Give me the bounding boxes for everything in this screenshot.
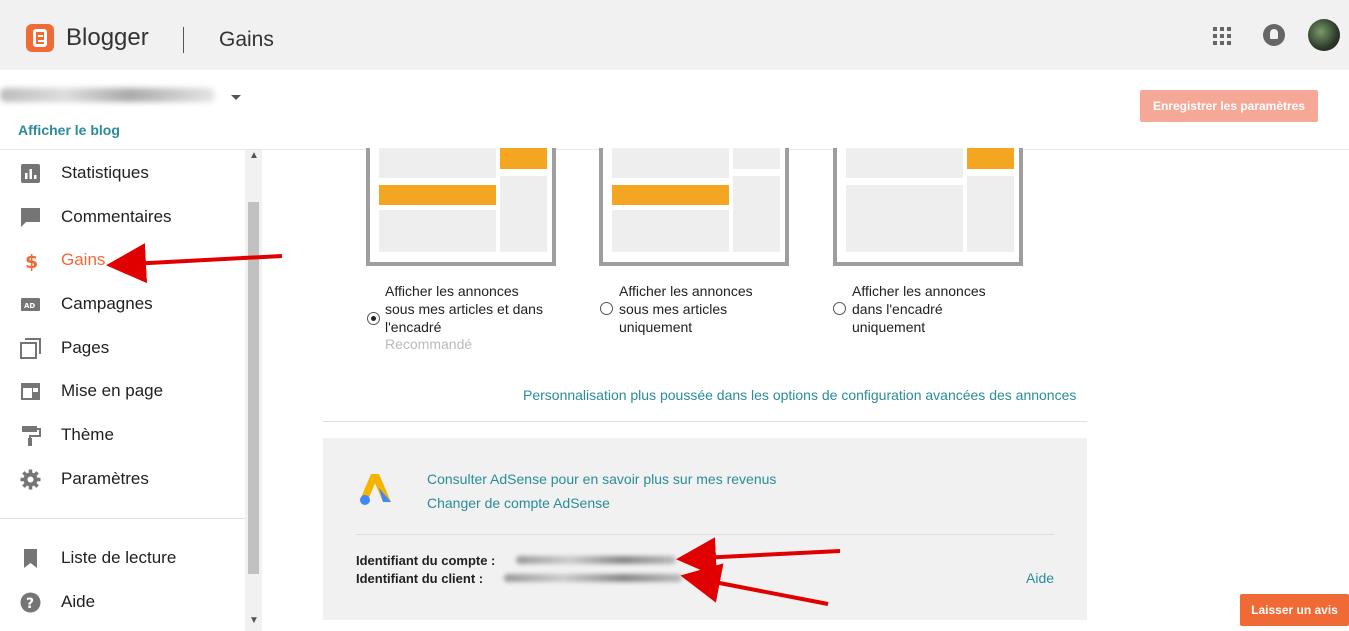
sidebar-item-stats[interactable]: Statistiques — [0, 155, 245, 191]
scroll-down-icon[interactable]: ▼ — [249, 615, 259, 626]
sidebar-divider — [0, 518, 245, 519]
sidebar-item-label: Pages — [61, 338, 110, 357]
sidebar-item-comments[interactable]: Commentaires — [0, 199, 245, 235]
account-id-label: Identifiant du compte : — [356, 553, 496, 568]
sidebar: Statistiques Commentaires $ Gains AD Cam… — [0, 150, 262, 631]
avatar[interactable] — [1308, 19, 1340, 51]
svg-text:$: $ — [25, 251, 38, 271]
adsense-panel — [323, 438, 1087, 620]
chevron-down-icon[interactable] — [231, 95, 241, 100]
pages-icon — [20, 338, 41, 359]
view-blog-link[interactable]: Afficher le blog — [18, 122, 120, 138]
notifications-icon[interactable] — [1263, 24, 1285, 46]
page-title: Gains — [219, 28, 274, 51]
feedback-button[interactable]: Laisser un avis — [1240, 594, 1349, 626]
save-settings-button[interactable]: Enregistrer les paramètres — [1140, 90, 1318, 122]
header-divider — [183, 27, 184, 53]
sidebar-item-label: Paramètres — [61, 469, 149, 488]
svg-text:AD: AD — [24, 302, 35, 310]
sidebar-item-theme[interactable]: Thème — [0, 417, 245, 453]
radio-both[interactable] — [367, 312, 380, 325]
top-bar: Blogger Gains — [0, 0, 1349, 70]
sidebar-item-help[interactable]: ? Aide — [0, 584, 245, 620]
apps-icon[interactable] — [1213, 27, 1231, 45]
sidebar-item-label: Mise en page — [61, 381, 164, 400]
placement-illustration-both[interactable] — [366, 148, 556, 266]
client-id-value — [504, 574, 682, 582]
sidebar-item-label: Gains — [61, 250, 106, 269]
ad-icon: AD — [21, 298, 40, 311]
radio-posts-only[interactable] — [600, 302, 613, 315]
radio-sidebar-only[interactable] — [833, 302, 846, 315]
bookmark-icon — [24, 549, 37, 568]
sidebar-item-settings[interactable]: Paramètres — [0, 461, 245, 497]
sidebar-item-label: Campagnes — [61, 294, 153, 313]
option-posts-label[interactable]: Afficher les annonces sous mes articles … — [619, 282, 753, 336]
consult-adsense-link[interactable]: Consulter AdSense pour en savoir plus su… — [427, 471, 776, 487]
sidebar-item-pages[interactable]: Pages — [0, 330, 245, 366]
scroll-up-icon[interactable]: ▲ — [249, 150, 259, 161]
change-adsense-account-link[interactable]: Changer de compte AdSense — [427, 495, 610, 511]
sidebar-item-layout[interactable]: Mise en page — [0, 373, 245, 409]
option-both-label[interactable]: Afficher les annonces sous mes articles … — [385, 282, 543, 336]
sidebar-item-label: Thème — [61, 425, 114, 444]
sidebar-item-label: Liste de lecture — [61, 548, 177, 567]
panel-divider — [356, 534, 1054, 535]
stats-icon — [21, 164, 40, 183]
scrollbar-thumb[interactable] — [248, 202, 259, 574]
dollar-icon: $ — [25, 251, 38, 271]
comment-icon — [21, 208, 40, 227]
blogger-logo-icon[interactable] — [26, 24, 54, 52]
sidebar-item-reading-list[interactable]: Liste de lecture — [0, 540, 245, 576]
sidebar-item-earnings[interactable]: $ Gains — [0, 242, 245, 278]
option-sidebar-label[interactable]: Afficher les annonces dans l'encadré uni… — [852, 282, 986, 336]
sidebar-item-label: Commentaires — [61, 207, 172, 226]
adsense-logo-icon — [360, 474, 391, 505]
recommended-label: Recommandé — [385, 336, 473, 352]
blog-selector[interactable] — [0, 88, 215, 102]
paint-roller-icon — [22, 426, 41, 446]
help-icon: ? — [20, 592, 41, 613]
sidebar-item-label: Aide — [61, 592, 96, 611]
sidebar-item-campaigns[interactable]: AD Campagnes — [0, 286, 245, 322]
client-id-label: Identifiant du client : — [356, 571, 484, 586]
brand-name[interactable]: Blogger — [66, 24, 149, 52]
help-link[interactable]: Aide — [1026, 570, 1054, 586]
placement-illustration-sidebar[interactable] — [833, 148, 1023, 266]
gear-icon — [20, 469, 41, 490]
sidebar-item-label: Statistiques — [61, 163, 149, 182]
placement-illustration-posts[interactable] — [599, 148, 789, 266]
layout-icon — [21, 383, 40, 400]
section-divider — [323, 421, 1087, 422]
svg-text:?: ? — [26, 596, 34, 612]
advanced-config-link[interactable]: Personnalisation plus poussée dans les o… — [523, 387, 1076, 403]
account-id-value — [516, 556, 676, 564]
